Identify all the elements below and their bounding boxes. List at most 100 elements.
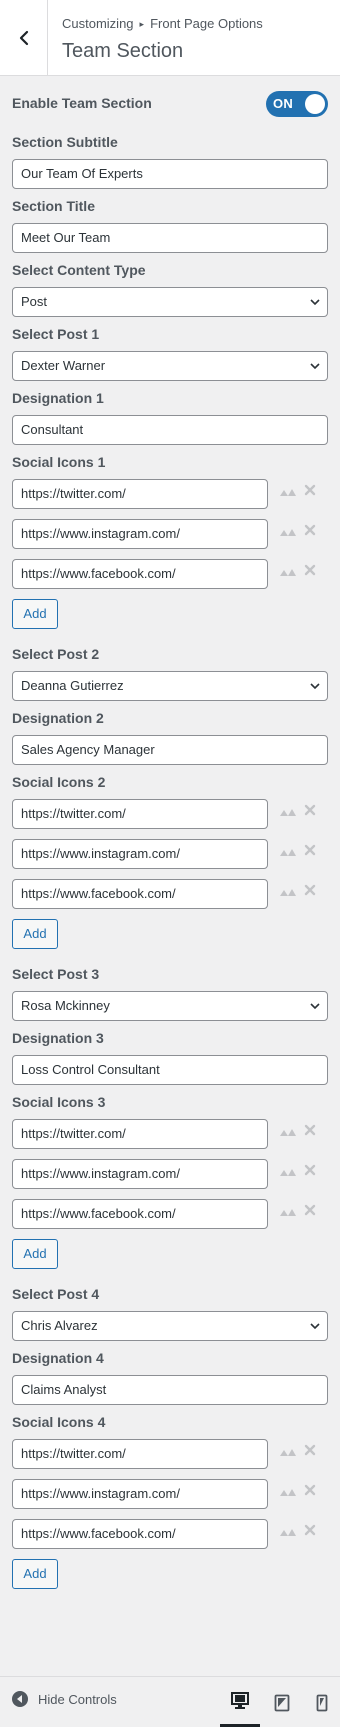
social-link-row: https://www.facebook.com/ [12, 1519, 328, 1549]
close-icon [304, 524, 316, 536]
add-social-button[interactable]: Add [12, 919, 58, 949]
remove-link-button[interactable] [304, 524, 316, 539]
hide-controls-button[interactable]: Hide Controls [12, 1691, 117, 1707]
social-link-row: https://www.facebook.com/ [12, 1199, 328, 1229]
social-link-input[interactable]: https://www.facebook.com/ [12, 1519, 268, 1549]
social-link-row: https://twitter.com/ [12, 799, 328, 829]
social-link-row: https://twitter.com/ [12, 479, 328, 509]
reorder-handle[interactable] [279, 806, 297, 820]
remove-link-button[interactable] [304, 484, 316, 499]
remove-link-button[interactable] [304, 1164, 316, 1179]
section-title-label: Section Title [12, 198, 95, 214]
social-link-input[interactable]: https://www.instagram.com/ [12, 1159, 268, 1189]
enable-team-label: Enable Team Section [12, 95, 152, 111]
remove-link-button[interactable] [304, 844, 316, 859]
select-post-dropdown[interactable]: Rosa Mckinney [12, 991, 328, 1021]
reorder-handle[interactable] [279, 566, 297, 580]
select-post-dropdown[interactable]: Deanna Gutierrez [12, 671, 328, 701]
designation-input[interactable]: Sales Agency Manager [12, 735, 328, 765]
add-social-button[interactable]: Add [12, 599, 58, 629]
close-icon [304, 564, 316, 576]
reorder-handle[interactable] [279, 526, 297, 540]
remove-link-button[interactable] [304, 804, 316, 819]
close-icon [304, 884, 316, 896]
remove-link-button[interactable] [304, 1484, 316, 1499]
move-up-down-icon [280, 809, 296, 816]
add-social-button[interactable]: Add [12, 1559, 58, 1589]
social-link-row: https://www.instagram.com/ [12, 1479, 328, 1509]
reorder-handle[interactable] [279, 846, 297, 860]
chevron-down-icon [310, 1323, 320, 1330]
select-post-dropdown[interactable]: Chris Alvarez [12, 1311, 328, 1341]
chevron-down-icon [310, 363, 320, 370]
preview-mobile-button[interactable] [302, 1677, 340, 1727]
remove-link-button[interactable] [304, 1444, 316, 1459]
remove-link-button[interactable] [304, 1204, 316, 1219]
reorder-handle[interactable] [279, 1166, 297, 1180]
social-icons-list: https://twitter.com/https://www.instagra… [12, 1439, 328, 1549]
section-subtitle-label: Section Subtitle [12, 134, 118, 150]
section-subtitle-input[interactable]: Our Team Of Experts [12, 159, 328, 189]
tablet-icon [274, 1694, 290, 1711]
move-up-down-icon [280, 889, 296, 896]
enable-team-toggle[interactable]: ON [266, 91, 328, 117]
social-link-input[interactable]: https://twitter.com/ [12, 479, 268, 509]
back-button[interactable] [0, 0, 48, 75]
toggle-state-text: ON [273, 96, 294, 111]
select-post-value: Deanna Gutierrez [21, 678, 124, 693]
reorder-handle[interactable] [279, 886, 297, 900]
reorder-handle[interactable] [279, 1526, 297, 1540]
reorder-handle[interactable] [279, 1126, 297, 1140]
reorder-handle[interactable] [279, 1206, 297, 1220]
move-up-down-icon [280, 1209, 296, 1216]
select-post-dropdown[interactable]: Dexter Warner [12, 351, 328, 381]
preview-desktop-button[interactable] [220, 1677, 260, 1727]
reorder-handle[interactable] [279, 1486, 297, 1500]
remove-link-button[interactable] [304, 1124, 316, 1139]
social-link-input[interactable]: https://www.facebook.com/ [12, 559, 268, 589]
content-type-select[interactable]: Post [12, 287, 328, 317]
content-type-value: Post [21, 294, 48, 309]
social-link-input[interactable]: https://www.instagram.com/ [12, 519, 268, 549]
close-icon [304, 1444, 316, 1456]
chevron-down-icon [310, 1003, 320, 1010]
page-title: Team Section [62, 40, 184, 62]
remove-link-button[interactable] [304, 884, 316, 899]
social-link-input[interactable]: https://www.instagram.com/ [12, 839, 268, 869]
move-up-down-icon [280, 529, 296, 536]
social-link-input[interactable]: https://www.facebook.com/ [12, 879, 268, 909]
select-post-value: Rosa Mckinney [21, 998, 110, 1013]
select-post-label: Select Post 4 [12, 1286, 100, 1302]
close-icon [304, 804, 316, 816]
close-icon [304, 1204, 316, 1216]
close-icon [304, 1524, 316, 1536]
move-up-down-icon [280, 1129, 296, 1136]
mobile-icon [316, 1694, 328, 1711]
desktop-icon [231, 1691, 249, 1709]
social-link-input[interactable]: https://www.facebook.com/ [12, 1199, 268, 1229]
social-icons-label: Social Icons 1 [12, 454, 106, 470]
select-post-value: Chris Alvarez [21, 1318, 98, 1333]
reorder-handle[interactable] [279, 1446, 297, 1460]
remove-link-button[interactable] [304, 564, 316, 579]
move-up-down-icon [280, 1169, 296, 1176]
section-title-input[interactable]: Meet Our Team [12, 223, 328, 253]
social-link-input[interactable]: https://twitter.com/ [12, 799, 268, 829]
designation-input[interactable]: Consultant [12, 415, 328, 445]
remove-link-button[interactable] [304, 1524, 316, 1539]
social-icons-list: https://twitter.com/https://www.instagra… [12, 799, 328, 909]
social-icons-list: https://twitter.com/https://www.instagra… [12, 479, 328, 589]
add-social-button[interactable]: Add [12, 1239, 58, 1269]
select-post-label: Select Post 3 [12, 966, 100, 982]
preview-tablet-button[interactable] [262, 1677, 302, 1727]
social-link-input[interactable]: https://twitter.com/ [12, 1119, 268, 1149]
social-link-input[interactable]: https://twitter.com/ [12, 1439, 268, 1469]
designation-input[interactable]: Claims Analyst [12, 1375, 328, 1405]
chevron-down-icon [310, 299, 320, 306]
content-type-label: Select Content Type [12, 262, 146, 278]
close-icon [304, 1164, 316, 1176]
designation-input[interactable]: Loss Control Consultant [12, 1055, 328, 1085]
close-icon [304, 484, 316, 496]
reorder-handle[interactable] [279, 486, 297, 500]
social-link-input[interactable]: https://www.instagram.com/ [12, 1479, 268, 1509]
